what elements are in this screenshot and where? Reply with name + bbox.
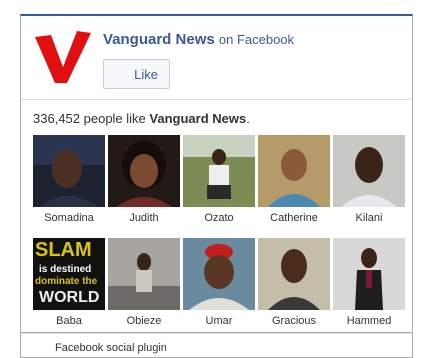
baba-image-text-2: is destined [39, 264, 91, 275]
fan-photo[interactable] [108, 135, 180, 207]
fan-face[interactable]: Somadina [33, 135, 105, 230]
fan-face[interactable]: Ozato [183, 135, 255, 230]
fan-name[interactable]: Judith [108, 212, 180, 224]
like-count-number: 336,452 [33, 111, 80, 126]
fan-name[interactable]: Hammed [333, 315, 405, 327]
fan-photo[interactable] [183, 135, 255, 207]
fan-name[interactable]: Somadina [33, 212, 105, 224]
fan-face[interactable]: Gracious [258, 238, 330, 333]
fan-name[interactable]: Baba [33, 315, 105, 327]
like-box-header: Vanguard News on Facebook Like [21, 16, 412, 100]
like-button[interactable]: Like [103, 59, 170, 89]
fan-name[interactable]: Gracious [258, 315, 330, 327]
fan-photo[interactable]: SLAM is destined dominate the WORLD [33, 238, 105, 310]
fan-photo[interactable] [258, 135, 330, 207]
fan-face[interactable]: SLAM is destined dominate the WORLD Baba [33, 238, 105, 333]
fan-face[interactable]: Umar [183, 238, 255, 333]
page-title-line: Vanguard News on Facebook [103, 31, 294, 48]
baba-image-text-3: dominate the [35, 276, 98, 287]
fan-face[interactable]: Obieze [108, 238, 180, 333]
fan-photo[interactable] [33, 135, 105, 207]
like-count-page-name[interactable]: Vanguard News [149, 111, 246, 126]
fan-photo[interactable] [333, 238, 405, 310]
social-plugin-label[interactable]: Facebook social plugin [55, 342, 167, 354]
fan-name[interactable]: Obieze [108, 315, 180, 327]
like-button-label: Like [134, 66, 158, 82]
fan-face[interactable]: Hammed [333, 238, 405, 333]
fan-name[interactable]: Umar [183, 315, 255, 327]
fan-face[interactable]: Catherine [258, 135, 330, 230]
like-count-label: people like [83, 111, 146, 126]
on-facebook-text: on Facebook [218, 32, 295, 47]
fan-face[interactable]: Kilani [333, 135, 405, 230]
facebook-like-box: Vanguard News on Facebook Like 336,452 p… [20, 14, 413, 333]
page-name-link[interactable]: Vanguard News [103, 31, 215, 48]
fan-photo[interactable] [258, 238, 330, 310]
fan-name[interactable]: Ozato [183, 212, 255, 224]
fan-face[interactable]: Judith [108, 135, 180, 230]
baba-image-text-1: SLAM [35, 239, 92, 261]
fan-photo[interactable] [333, 135, 405, 207]
fan-name[interactable]: Kilani [333, 212, 405, 224]
like-count-period: . [246, 111, 250, 126]
social-plugin-footer: Facebook social plugin [20, 333, 413, 358]
like-count-text: 336,452 people like Vanguard News. [33, 111, 250, 126]
baba-image-text-4: WORLD [39, 289, 99, 306]
fan-photo[interactable] [183, 238, 255, 310]
vanguard-logo[interactable] [33, 29, 93, 85]
fan-photo[interactable] [108, 238, 180, 310]
fan-name[interactable]: Catherine [258, 212, 330, 224]
